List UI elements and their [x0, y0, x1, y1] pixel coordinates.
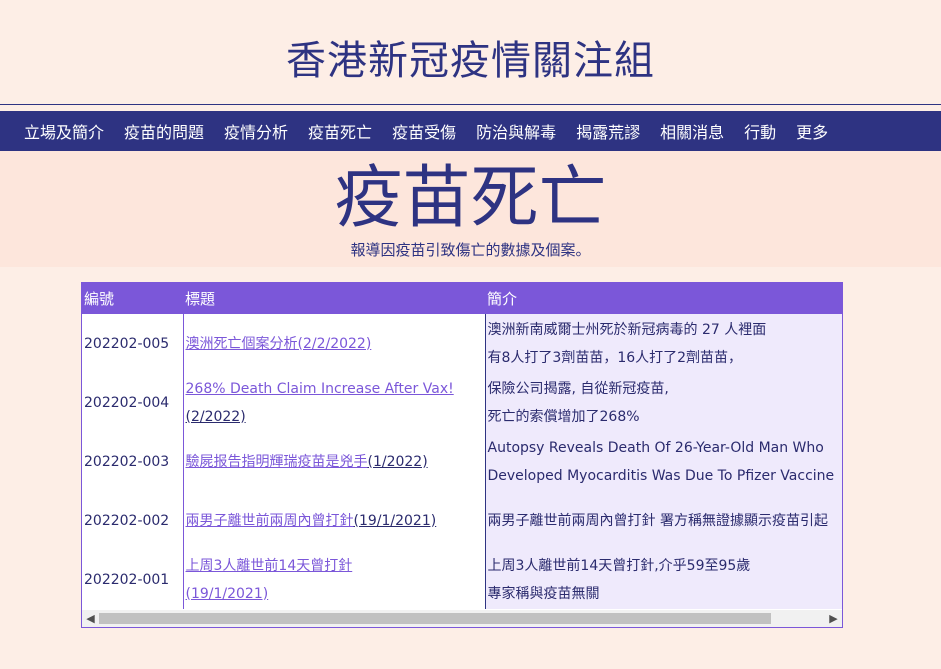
- column-header-summary: 簡介: [487, 290, 518, 308]
- page-title: 疫苗死亡: [334, 159, 607, 238]
- cell-title: 澳洲死亡個案分析(2/2/2022): [183, 314, 486, 373]
- cell-id: 202202-005: [82, 314, 184, 373]
- article-link[interactable]: 兩男子離世前兩周內曾打針: [186, 513, 354, 529]
- table-row: 202202-004 268% Death Claim Increase Aft…: [82, 373, 842, 432]
- scroll-left-icon[interactable]: ◀: [82, 610, 99, 627]
- nav-item-vaccine-deaths[interactable]: 疫苗死亡: [298, 119, 382, 143]
- nav-item-expose-absurdity[interactable]: 揭露荒謬: [566, 119, 650, 143]
- nav-item-prevention[interactable]: 防治與解毒: [466, 119, 566, 143]
- summary-line: 有8人打了3劑苗苗，16人打了2劑苗苗，: [487, 349, 743, 366]
- summary-line: 兩男子離世前兩周內曾打針 署方稱無證據顯示疫苗引起: [487, 512, 828, 529]
- cell-summary: 兩男子離世前兩周內曾打針 署方稱無證據顯示疫苗引起: [485, 491, 842, 550]
- scroll-right-icon[interactable]: ▶: [825, 610, 842, 627]
- page-hero: 疫苗死亡 報導因疫苗引致傷亡的數據及個案。: [0, 151, 941, 267]
- table-header-row: 編號 標題 簡介: [82, 283, 842, 314]
- horizontal-scrollbar[interactable]: ◀ ▶: [82, 610, 842, 627]
- article-link[interactable]: 澳洲死亡個案分析(2/2/2022): [186, 336, 372, 352]
- column-header-id: 編號: [84, 290, 115, 308]
- summary-line: 保險公司揭露, 自從新冠疫苗,: [487, 380, 669, 397]
- cell-title: 268% Death Claim Increase After Vax! (2/…: [183, 373, 486, 432]
- table-row: 202202-005 澳洲死亡個案分析(2/2/2022) 澳洲新南威爾士州死於…: [82, 314, 842, 373]
- nav-item-position[interactable]: 立場及簡介: [14, 119, 114, 143]
- article-link-date[interactable]: (19/1/2021): [186, 586, 269, 602]
- cell-id: 202202-001: [82, 550, 184, 609]
- cell-id: 202202-003: [82, 432, 184, 491]
- nav-item-vaccine-injuries[interactable]: 疫苗受傷: [382, 119, 466, 143]
- scrollbar-thumb[interactable]: [99, 613, 771, 624]
- column-header-title: 標題: [185, 290, 216, 308]
- site-header: 香港新冠疫情關注組: [0, 0, 941, 105]
- main-nav: 立場及簡介 疫苗的問題 疫情分析 疫苗死亡 疫苗受傷 防治與解毒 揭露荒謬 相關…: [0, 111, 941, 151]
- table-row: 202202-003 驗屍报告指明輝瑞疫苗是兇手(1/2022) Autopsy…: [82, 432, 842, 491]
- cell-summary: 澳洲新南威爾士州死於新冠病毒的 27 人裡面 有8人打了3劑苗苗，16人打了2劑…: [485, 314, 842, 373]
- article-link-date[interactable]: (2/2022): [186, 409, 246, 425]
- nav-item-epidemic-analysis[interactable]: 疫情分析: [214, 119, 298, 143]
- summary-line: Autopsy Reveals Death Of 26-Year-Old Man…: [487, 439, 824, 456]
- nav-item-action[interactable]: 行動: [734, 119, 786, 143]
- cell-title: 驗屍报告指明輝瑞疫苗是兇手(1/2022): [183, 432, 486, 491]
- cell-summary: Autopsy Reveals Death Of 26-Year-Old Man…: [485, 432, 842, 491]
- summary-line: 澳洲新南威爾士州死於新冠病毒的 27 人裡面: [487, 321, 767, 338]
- cell-title: 上周3人離世前14天曾打針 (19/1/2021): [183, 550, 486, 609]
- cell-summary: 保險公司揭露, 自從新冠疫苗, 死亡的索償增加了268%: [485, 373, 842, 432]
- table-row: 202202-001 上周3人離世前14天曾打針 (19/1/2021) 上周3…: [82, 550, 842, 609]
- cell-summary: 上周3人離世前14天曾打針,介乎59至95歲 專家稱與疫苗無關: [485, 550, 842, 609]
- nav-item-more[interactable]: 更多: [786, 119, 838, 143]
- cases-table: 編號 標題 簡介 202202-005 澳洲死亡個案分析(2/2/2022) 澳…: [82, 283, 842, 609]
- site-title[interactable]: 香港新冠疫情關注組: [0, 28, 941, 86]
- cell-id: 202202-002: [82, 491, 184, 550]
- cell-title: 兩男子離世前兩周內曾打針(19/1/2021): [183, 491, 486, 550]
- table-row: 202202-002 兩男子離世前兩周內曾打針(19/1/2021) 兩男子離世…: [82, 491, 842, 550]
- article-link-date[interactable]: (19/1/2021): [354, 513, 437, 529]
- cell-id: 202202-004: [82, 373, 184, 432]
- page-subtitle: 報導因疫苗引致傷亡的數據及個案。: [350, 241, 591, 259]
- article-link[interactable]: 上周3人離世前14天曾打針: [186, 558, 353, 574]
- summary-line: 上周3人離世前14天曾打針,介乎59至95歲: [487, 557, 751, 574]
- article-link[interactable]: 268% Death Claim Increase After Vax!: [186, 381, 454, 397]
- nav-item-related-news[interactable]: 相關消息: [650, 119, 734, 143]
- summary-line: 死亡的索償增加了268%: [487, 408, 640, 425]
- cases-table-container: 編號 標題 簡介 202202-005 澳洲死亡個案分析(2/2/2022) 澳…: [81, 282, 843, 628]
- summary-line: 專家稱與疫苗無關: [487, 585, 600, 602]
- article-link-date[interactable]: (1/2022): [368, 454, 428, 470]
- article-link[interactable]: 驗屍报告指明輝瑞疫苗是兇手: [186, 454, 368, 470]
- nav-item-vaccine-problems[interactable]: 疫苗的問題: [114, 119, 214, 143]
- summary-line: Developed Myocarditis Was Due To Pfizer …: [487, 467, 835, 484]
